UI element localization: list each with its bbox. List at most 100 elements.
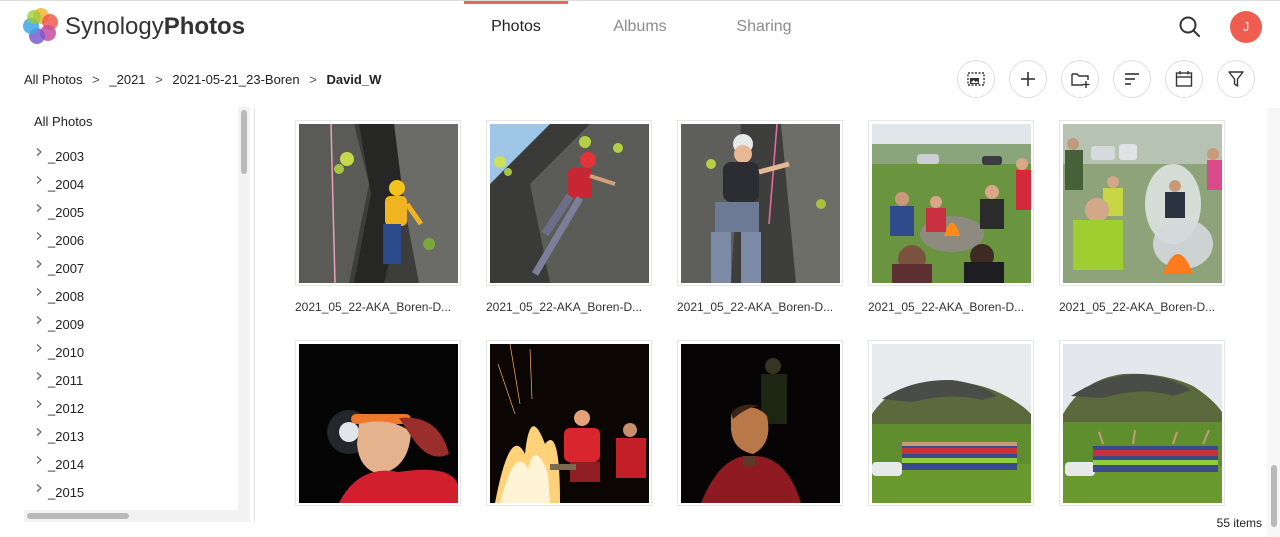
- sidebar-item-folder[interactable]: _2011: [24, 366, 236, 394]
- breadcrumb-2021[interactable]: _2021: [109, 72, 145, 87]
- slideshow-button[interactable]: [957, 60, 995, 98]
- photo-thumbnail[interactable]: [1059, 120, 1225, 286]
- photo-caption: 2021_05_22-AKA_Boren-D...: [1059, 300, 1216, 314]
- breadcrumb-current: David_W: [326, 72, 382, 87]
- chevron-right-icon[interactable]: [34, 203, 44, 213]
- sidebar-item-folder[interactable]: _2009: [24, 310, 236, 338]
- breadcrumb-separator: >: [155, 72, 163, 87]
- chevron-right-icon[interactable]: [34, 483, 44, 493]
- breadcrumb-all-photos[interactable]: All Photos: [24, 72, 83, 87]
- photo-thumbnail[interactable]: [295, 120, 461, 286]
- sidebar-item-label: _2014: [48, 457, 85, 472]
- photo-image: [1063, 124, 1222, 283]
- photo-image: [872, 344, 1031, 503]
- synology-photos-logo-icon: [23, 8, 58, 44]
- sidebar-item-label: _2003: [48, 149, 85, 164]
- sidebar-item-folder[interactable]: _2010: [24, 338, 236, 366]
- sidebar-item-folder[interactable]: _2015: [24, 478, 236, 506]
- sidebar-item-folder[interactable]: _2012: [24, 394, 236, 422]
- photo-thumbnail[interactable]: [486, 340, 652, 506]
- top-header: SynologyPhotos Photos Albums Sharing J: [0, 0, 1280, 54]
- sidebar-item-label: _2010: [48, 345, 85, 360]
- tab-sharing[interactable]: Sharing: [712, 1, 816, 55]
- photo-image: [1063, 344, 1222, 503]
- add-button[interactable]: [1009, 60, 1047, 98]
- folder-tree: All Photos _2003 _2004 _2005 _2006 _2007 _200…: [24, 107, 250, 520]
- new-folder-icon: [1071, 73, 1090, 88]
- chevron-right-icon[interactable]: [34, 455, 44, 465]
- app-title-bold: Photos: [163, 13, 246, 40]
- slideshow-icon: [967, 72, 985, 86]
- sidebar-item-label: _2009: [48, 317, 85, 332]
- chevron-right-icon[interactable]: [34, 287, 44, 297]
- filter-icon: [1228, 71, 1244, 87]
- sidebar-item-folder[interactable]: _2008: [24, 282, 236, 310]
- sidebar-item-folder[interactable]: _2003: [24, 142, 236, 170]
- photo-grid-scroll-thumb[interactable]: [1271, 465, 1277, 527]
- tab-photos[interactable]: Photos: [464, 1, 568, 55]
- sidebar-item-label: _2013: [48, 429, 85, 444]
- breadcrumb-separator: >: [309, 72, 317, 87]
- tab-albums[interactable]: Albums: [588, 1, 692, 55]
- panel-divider: [254, 108, 255, 522]
- app-title-light: Synology: [65, 13, 164, 40]
- user-avatar[interactable]: J: [1230, 11, 1262, 43]
- sidebar-item-label: _2015: [48, 485, 85, 500]
- breadcrumb: All Photos > _2021 > 2021-05-21_23-Boren…: [24, 72, 381, 87]
- sidebar-item-label: _2012: [48, 401, 85, 416]
- sidebar-item-folder[interactable]: _2006: [24, 226, 236, 254]
- synology-photos-app: SynologyPhotos Photos Albums Sharing J A…: [0, 0, 1280, 537]
- photo-caption: 2021_05_22-AKA_Boren-D...: [295, 300, 452, 314]
- photo-thumbnail[interactable]: [868, 120, 1034, 286]
- photo-image: [681, 344, 840, 503]
- sidebar-item-folder[interactable]: _2007: [24, 254, 236, 282]
- photo-image: [299, 344, 458, 503]
- chevron-right-icon[interactable]: [34, 427, 44, 437]
- photo-image: [490, 124, 649, 283]
- photo-thumbnail[interactable]: [486, 120, 652, 286]
- photo-caption: 2021_05_22-AKA_Boren-D...: [486, 300, 643, 314]
- sidebar-item-label: _2007: [48, 261, 85, 276]
- calendar-icon: [1175, 71, 1193, 87]
- sidebar-item-label: _2008: [48, 289, 85, 304]
- sidebar-item-folder[interactable]: _2013: [24, 422, 236, 450]
- sort-icon: [1125, 73, 1139, 85]
- filter-button[interactable]: [1217, 60, 1255, 98]
- sidebar-item-label: _2006: [48, 233, 85, 248]
- chevron-right-icon[interactable]: [34, 259, 44, 269]
- chevron-right-icon[interactable]: [34, 399, 44, 409]
- sidebar-item-folder[interactable]: _2004: [24, 170, 236, 198]
- photo-image: [490, 344, 649, 503]
- photo-caption: 2021_05_22-AKA_Boren-D...: [677, 300, 834, 314]
- photo-image: [872, 124, 1031, 283]
- app-title: SynologyPhotos: [65, 13, 245, 41]
- chevron-right-icon[interactable]: [34, 175, 44, 185]
- photo-thumbnail[interactable]: [868, 340, 1034, 506]
- photo-thumbnail[interactable]: [677, 340, 843, 506]
- sidebar-item-label: _2005: [48, 205, 85, 220]
- photo-thumbnail[interactable]: [1059, 340, 1225, 506]
- new-folder-button[interactable]: [1061, 60, 1099, 98]
- folder-tree-horizontal-scroll-thumb[interactable]: [27, 513, 129, 519]
- calendar-button[interactable]: [1165, 60, 1203, 98]
- chevron-right-icon[interactable]: [34, 147, 44, 157]
- sidebar-item-folder[interactable]: _2014: [24, 450, 236, 478]
- breadcrumb-boren[interactable]: 2021-05-21_23-Boren: [172, 72, 299, 87]
- photo-thumbnail[interactable]: [295, 340, 461, 506]
- sidebar-item-label: _2004: [48, 177, 85, 192]
- chevron-right-icon[interactable]: [34, 315, 44, 325]
- folder-tree-root[interactable]: All Photos: [34, 114, 93, 129]
- chevron-right-icon[interactable]: [34, 231, 44, 241]
- photo-image: [299, 124, 458, 283]
- search-icon[interactable]: [1175, 12, 1205, 42]
- sidebar-item-label: _2011: [48, 373, 84, 388]
- chevron-right-icon[interactable]: [34, 371, 44, 381]
- folder-tree-vertical-scroll-thumb[interactable]: [241, 110, 247, 174]
- breadcrumb-separator: >: [92, 72, 100, 87]
- add-icon: [1021, 72, 1035, 86]
- sort-button[interactable]: [1113, 60, 1151, 98]
- item-count: 55 items: [1216, 516, 1262, 530]
- chevron-right-icon[interactable]: [34, 343, 44, 353]
- sidebar-item-folder[interactable]: _2005: [24, 198, 236, 226]
- photo-thumbnail[interactable]: [677, 120, 843, 286]
